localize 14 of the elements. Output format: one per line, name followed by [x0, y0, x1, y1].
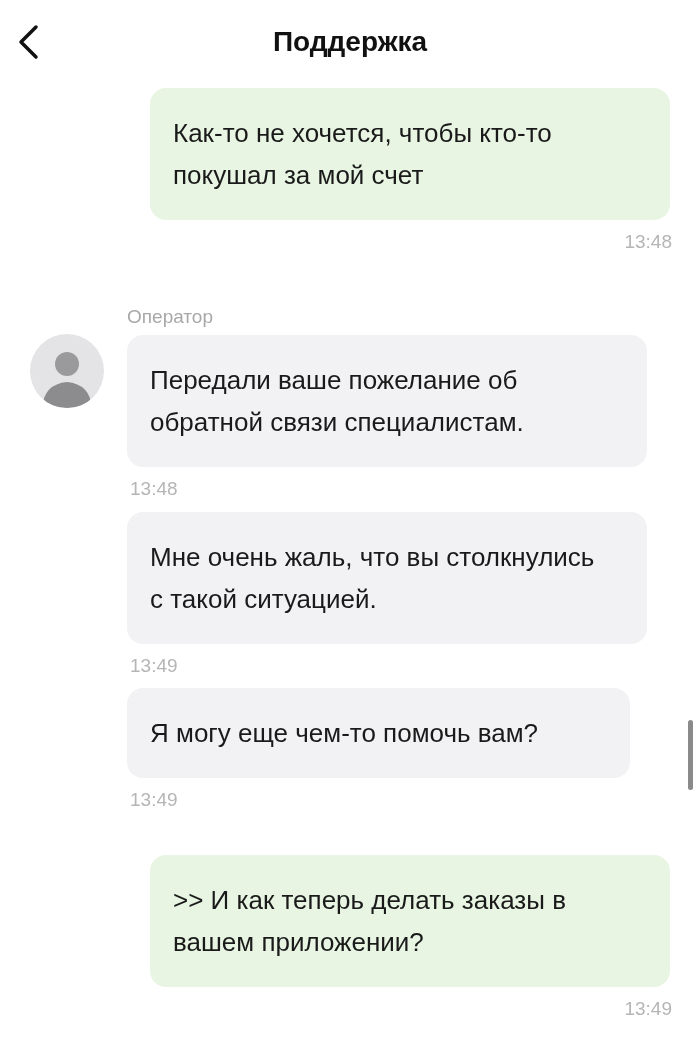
- message-bubble: Мне очень жаль, что вы столкнулись с такой ситуацией.: [127, 511, 647, 644]
- message-bubble: Я могу еще чем-то помочь вам?: [127, 688, 630, 778]
- message-time: 13:49: [624, 996, 672, 1021]
- message-time: 13:48: [130, 477, 178, 501]
- message-bubble: Как-то не хочется, чтобы кто-то покушал за мой счет: [150, 88, 670, 220]
- message-bubble: Передали ваше пожелание об обратной связи специалистам.: [127, 335, 647, 467]
- message-bubble: >> И как теперь делать заказы в вашем приложении?: [150, 854, 670, 987]
- message-time: 13:48: [624, 230, 672, 254]
- back-icon[interactable]: [16, 24, 40, 60]
- message-time: 13:49: [130, 653, 178, 678]
- scrollbar: [688, 720, 693, 790]
- page-title: Поддержка: [272, 25, 428, 59]
- sender-name: Оператор: [127, 304, 213, 329]
- message-time: 13:49: [130, 788, 178, 812]
